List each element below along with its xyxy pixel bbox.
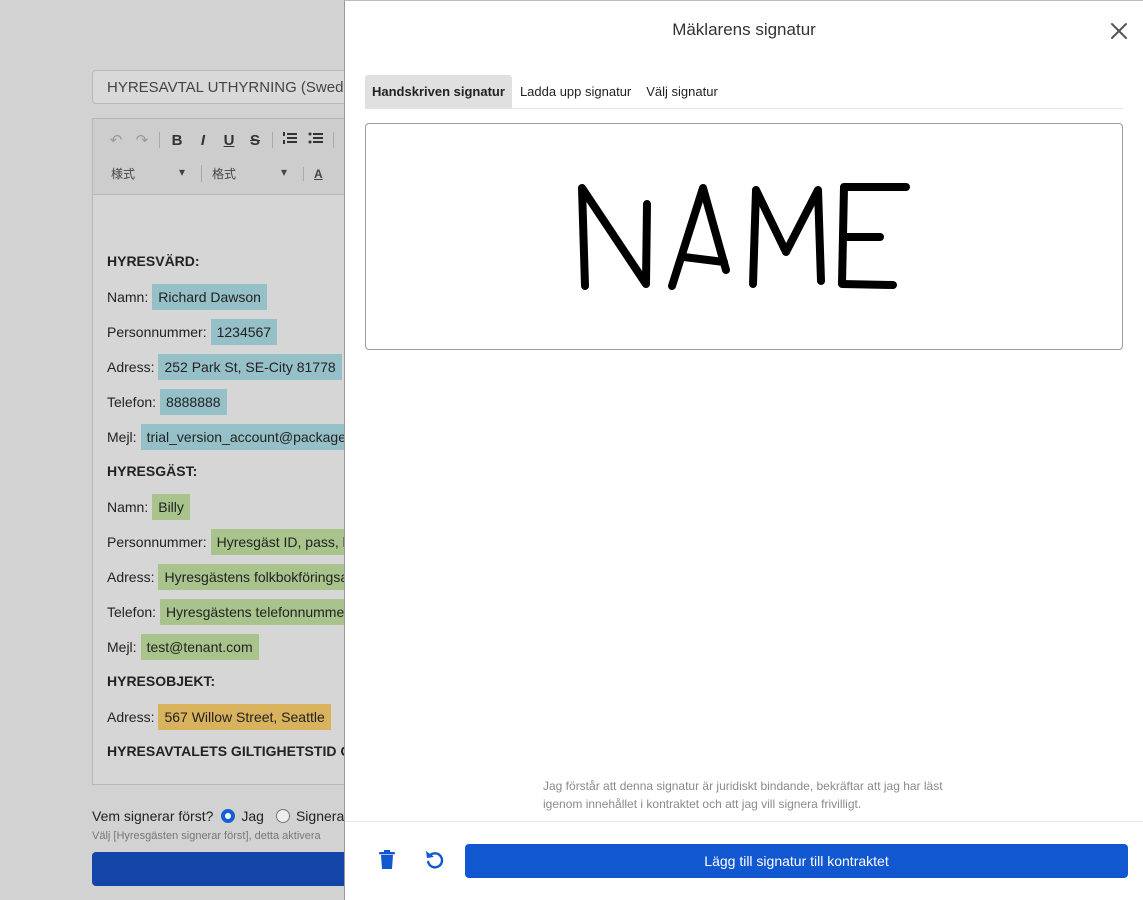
radio-me-label: Jag [241,808,264,824]
style-dropdown[interactable]: 様式 ▾ [111,165,191,182]
section-period: HYRESAVTALETS GILTIGHETSTID OC [107,743,362,759]
redo-icon[interactable]: ↷ [133,131,151,149]
chevron-down-icon: ▾ [178,165,185,179]
tenant-name-row: Namn: Billy [107,494,190,520]
trash-icon[interactable] [375,848,399,872]
italic-button[interactable]: I [194,132,212,149]
underline-button[interactable]: U [220,132,238,149]
undo-icon[interactable] [423,848,447,872]
tab-choose[interactable]: Välj signatur [639,75,725,108]
radio-me[interactable] [221,809,236,823]
radio-other[interactable] [275,809,290,823]
landlord-phone-row: Telefon: 8888888 [107,389,227,415]
object-address-row: Adress: 567 Willow Street, Seattle [107,704,331,730]
numbered-list-icon[interactable] [281,131,299,149]
landlord-id-row: Personnummer: 1234567 [107,319,278,345]
landlord-email-field[interactable]: trial_version_account@packager [140,424,357,450]
signer-hint: Välj [Hyresgästen signerar först], detta… [92,830,321,842]
bullet-list-icon[interactable] [307,131,325,149]
landlord-name-row: Namn: Richard Dawson [107,284,267,310]
landlord-phone-field[interactable]: 8888888 [160,389,227,415]
section-object: HYRESOBJEKT: [107,673,216,689]
radio-other-label: Signera [295,808,345,824]
footer-divider [345,821,1143,822]
landlord-address-row: Adress: 252 Park St, SE-City 81778 [107,354,342,380]
signature-canvas[interactable] [365,123,1123,350]
tab-handwritten[interactable]: Handskriven signatur [365,75,512,108]
tenant-phone-field[interactable]: Hyresgästens telefonnummer [160,599,355,625]
tenant-phone-row: Telefon: Hyresgästens telefonnummer [107,599,355,625]
section-tenant: HYRESGÄST: [107,463,198,479]
landlord-address-field[interactable]: 252 Park St, SE-City 81778 [158,354,342,380]
tenant-id-row: Personnummer: Hyresgäst ID, pass, kö [107,529,364,555]
bold-button[interactable]: B [168,132,186,149]
object-address-field[interactable]: 567 Willow Street, Seattle [158,704,331,730]
signer-order-row: Vem signerar först? Jag Signera [92,808,344,824]
tenant-email-row: Mejl: test@tenant.com [107,634,259,660]
close-icon[interactable] [1107,19,1131,43]
tenant-address-row: Adress: Hyresgästens folkbokföringsad [107,564,362,590]
section-landlord: HYRESVÄRD: [107,253,200,269]
strikethrough-button[interactable]: S [246,132,264,149]
tenant-id-field[interactable]: Hyresgäst ID, pass, kö [210,529,364,555]
landlord-email-row: Mejl: trial_version_account@packager [107,424,357,450]
signature-modal: Mäklarens signatur Handskriven signatur … [344,0,1143,900]
add-signature-button[interactable]: Lägg till signatur till kontraktet [465,844,1128,878]
modal-title: Mäklarens signatur [672,20,816,39]
signer-question: Vem signerar först? [92,808,214,824]
legal-notice: Jag förstår att denna signatur är juridi… [543,779,943,811]
format-dropdown[interactable]: 格式 ▾ [201,165,293,182]
undo-icon[interactable]: ↶ [107,131,125,149]
tenant-address-field[interactable]: Hyresgästens folkbokföringsad [158,564,362,590]
signature-tabs: Handskriven signatur Ladda upp signatur … [365,75,1123,109]
tenant-name-field[interactable]: Billy [152,494,190,520]
tenant-email-field[interactable]: test@tenant.com [140,634,259,660]
handwritten-signature [578,183,910,290]
landlord-name-field[interactable]: Richard Dawson [152,284,267,310]
landlord-id-field[interactable]: 1234567 [210,319,278,345]
font-color-button[interactable]: A [303,166,323,181]
chevron-down-icon: ▾ [280,165,287,179]
tab-upload[interactable]: Ladda upp signatur [513,75,638,108]
